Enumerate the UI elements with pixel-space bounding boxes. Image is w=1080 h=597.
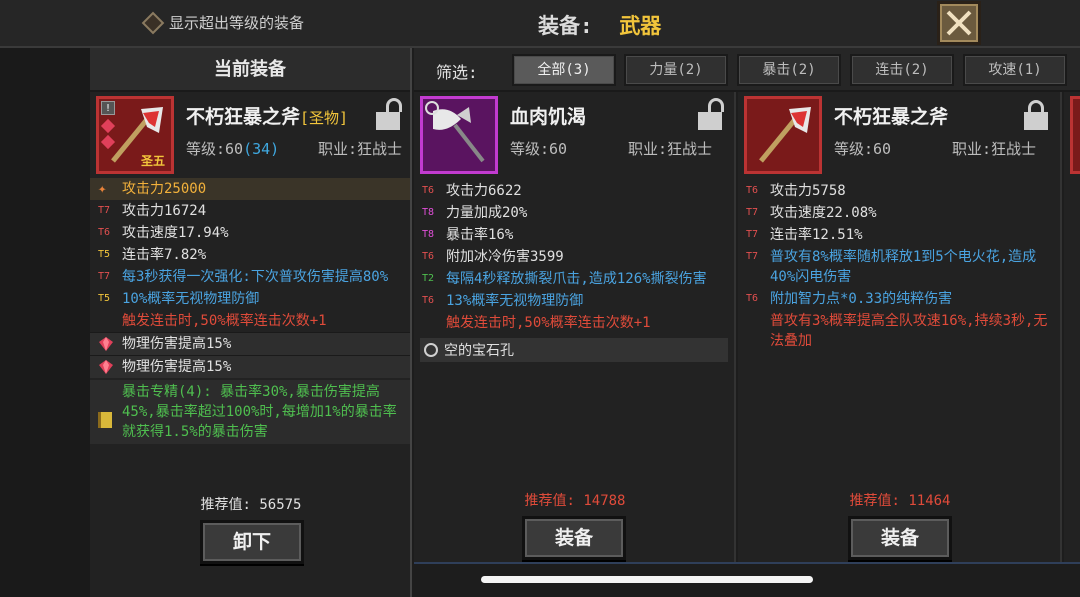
empty-socket-icon: [425, 101, 439, 115]
stat-row: T8 力量加成20%: [422, 205, 528, 221]
show-higher-level-toggle[interactable]: 显示超出等级的装备: [141, 11, 305, 34]
close-icon: [946, 10, 972, 36]
stat-row: ✦ 攻击力25000: [90, 178, 410, 200]
current-item-class: 职业:狂战士: [318, 140, 403, 158]
stat-row: T6 攻击力5758: [746, 183, 846, 199]
stat-row: T6 13%概率无视物理防御: [422, 293, 584, 309]
diamond-checkbox-icon[interactable]: [141, 11, 165, 34]
current-recommend-value: 推荐值: 56575: [200, 497, 302, 513]
current-equipment-panel: 当前装备 ! 圣五 不朽狂暴之斧[圣物] 等级:60(34) 职业:狂战士 ✦ …: [90, 48, 412, 597]
page-title: 装备: 武器: [538, 10, 661, 40]
flame-icon: ✦: [98, 181, 107, 197]
stat-row: T5 10%概率无视物理防御: [98, 291, 260, 307]
set-book-icon: [98, 412, 112, 428]
equipment-card: 不朽狂暴之斧 等级:60 职业:狂战士 T6 攻击力5758 T7 攻击速度22.0…: [738, 92, 1062, 562]
current-item-level: 等级:60(34): [186, 138, 279, 159]
card-item-level: 等级:60: [834, 140, 892, 158]
next-card-icon-edge: [1070, 96, 1080, 174]
filter-bar: 筛选: 全部(3) 力量(2) 暴击(2) 连击(2) 攻速(1): [414, 48, 1080, 92]
top-bar: 显示超出等级的装备 装备: 武器: [0, 0, 1080, 48]
unlock-icon[interactable]: [698, 98, 724, 130]
gem-row: 物理伤害提高15%: [90, 355, 410, 378]
level-text: 等级:60: [186, 140, 244, 158]
card-item-class: 职业:狂战士: [628, 140, 713, 158]
close-button[interactable]: [937, 1, 981, 45]
lock-icon[interactable]: [1024, 100, 1048, 130]
info-badge-icon: !: [101, 101, 115, 115]
stat-row: T7 攻击力16724: [98, 203, 207, 219]
unlock-icon[interactable]: [376, 98, 402, 130]
stat-row: T7 攻击速度22.08%: [746, 205, 877, 221]
stat-row: 普攻有3%概率提高全队攻速16%,持续3秒,无法叠加: [770, 313, 1048, 349]
show-higher-level-label: 显示超出等级的装备: [169, 14, 305, 32]
stat-row: T5 连击率7.82%: [98, 247, 207, 263]
current-item-title: 不朽狂暴之斧: [186, 106, 301, 128]
stat-row: 触发连击时,50%概率连击次数+1: [122, 313, 327, 329]
tab-crit[interactable]: 暴击(2): [737, 54, 841, 86]
stat-row: 触发连击时,50%概率连击次数+1: [446, 315, 651, 331]
tab-all[interactable]: 全部(3): [512, 54, 616, 86]
stat-row: T6 附加冰冷伤害3599: [422, 249, 564, 265]
next-card-edge[interactable]: [1064, 92, 1080, 562]
card-recommend-value: 推荐值: 14788: [524, 493, 626, 509]
left-margin: [0, 48, 90, 597]
tab-strength[interactable]: 力量(2): [624, 54, 728, 86]
equip-button[interactable]: 装备: [848, 516, 952, 560]
current-stats-list: ✦ 攻击力25000 T7 攻击力16724 T6 攻击速度17.94% T5 …: [90, 178, 410, 444]
empty-socket-icon: [424, 343, 438, 357]
equipment-card: 血肉饥渴 等级:60 职业:狂战士 T6 攻击力6622 T8 力量加成20% T8…: [414, 92, 736, 562]
card-item-header: 不朽狂暴之斧 等级:60 职业:狂战士: [738, 92, 1060, 180]
enhance-badge: 圣五: [140, 154, 165, 168]
card-item-class: 职业:狂战士: [952, 140, 1037, 158]
unequip-button[interactable]: 卸下: [200, 520, 304, 564]
stat-row: T8 暴击率16%: [422, 227, 514, 243]
axe-icon: [759, 107, 811, 163]
card-item-icon[interactable]: [744, 96, 822, 174]
stat-row: T2 每隔4秒释放撕裂爪击,造成126%撕裂伤害: [422, 271, 707, 287]
ruby-gem-icon: [99, 337, 113, 351]
ruby-gem-icon: [99, 360, 113, 374]
gem-row: 物理伤害提高15%: [90, 332, 410, 355]
home-indicator[interactable]: [481, 576, 813, 583]
stat-row: T7 连击率12.51%: [746, 227, 863, 243]
stat-row: T6 攻击速度17.94%: [98, 225, 229, 241]
card-item-level: 等级:60: [510, 140, 568, 158]
set-bonus-row: 暴击专精(4): 暴击率30%,暴击伤害提高45%,暴击率超过100%时,每增加…: [90, 380, 410, 444]
equip-button[interactable]: 装备: [522, 516, 626, 560]
stat-row: T7 每3秒获得一次强化:下次普攻伤害提高80%: [98, 269, 389, 285]
empty-gem-slot[interactable]: 空的宝石孔: [420, 338, 728, 362]
level-extra: (34): [243, 140, 280, 158]
current-item-icon[interactable]: ! 圣五: [96, 96, 174, 174]
tab-combo[interactable]: 连击(2): [850, 54, 954, 86]
card-item-name: 血肉饥渴: [510, 106, 587, 128]
current-item-name: 不朽狂暴之斧[圣物]: [186, 102, 348, 129]
tab-attack-speed[interactable]: 攻速(1): [963, 54, 1067, 86]
stat-row: T6 附加智力点*0.33的纯粹伤害: [746, 291, 953, 307]
title-value: 武器: [619, 14, 662, 38]
card-stats-list: T6 攻击力6622 T8 力量加成20% T8 暴击率16% T6 附加冰冷伤害359…: [414, 180, 734, 334]
title-label: 装备:: [538, 14, 593, 38]
quality-tag: [圣物]: [300, 109, 349, 127]
card-item-icon[interactable]: [420, 96, 498, 174]
card-stats-list: T6 攻击力5758 T7 攻击速度22.08% T7 连击率12.51% T7 普攻有…: [738, 180, 1060, 352]
stat-row: T6 攻击力6622: [422, 183, 522, 199]
current-equipment-header: 当前装备: [90, 48, 410, 92]
stat-row: T7 普攻有8%概率随机释放1到5个电火花,造成40%闪电伤害: [746, 249, 1037, 285]
filter-label: 筛选:: [436, 63, 478, 82]
card-item-header: 血肉饥渴 等级:60 职业:狂战士: [414, 92, 734, 180]
current-item-header: ! 圣五 不朽狂暴之斧[圣物] 等级:60(34) 职业:狂战士: [90, 92, 410, 178]
card-recommend-value: 推荐值: 11464: [849, 493, 951, 509]
card-item-name: 不朽狂暴之斧: [834, 106, 949, 128]
